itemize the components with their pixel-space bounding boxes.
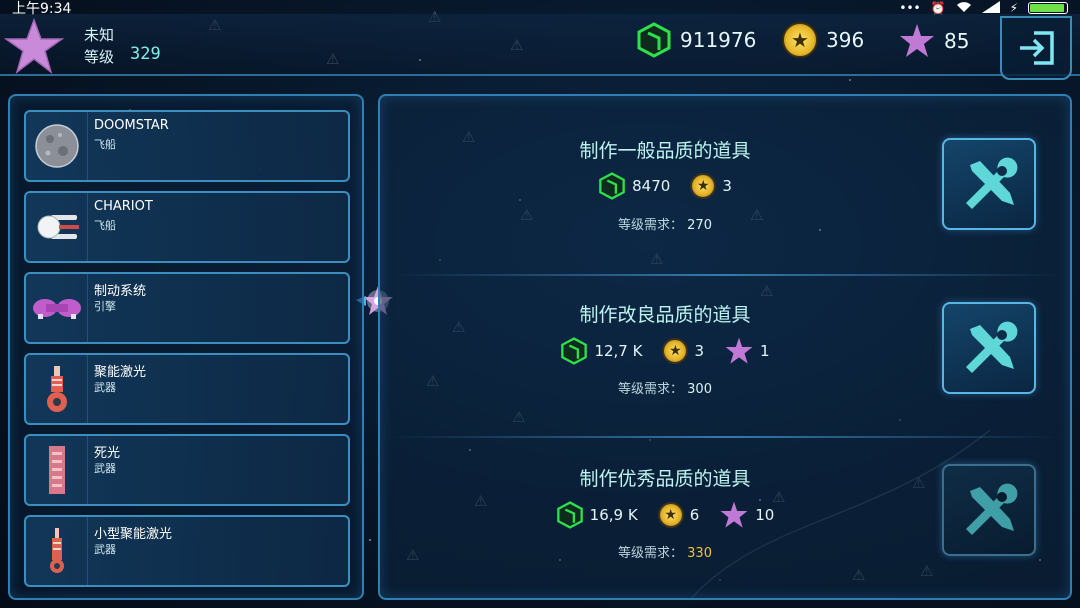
purple-star-icon: [900, 24, 934, 57]
recipe-costs: 8470 ★ 3: [380, 172, 950, 200]
player-rank-star-icon: [4, 18, 64, 74]
level-requirement: 等级需求： 270: [380, 214, 950, 233]
recipe-title: 制作一般品质的道具: [579, 140, 751, 162]
item-name: 制动系统: [94, 284, 147, 299]
gold-star-coin-icon: ★: [657, 502, 684, 528]
requirement-level: 300: [687, 382, 712, 397]
item-type: 武器: [94, 543, 116, 556]
green-cube-icon: [599, 172, 625, 200]
cube-cost: 12,7 K: [594, 342, 643, 360]
doomstar-ship-icon: [34, 124, 79, 168]
recipe-costs: 16,9 K ★ 6 10: [380, 500, 950, 530]
status-icons: ••• ⏰ ⚡: [899, 0, 1068, 16]
coin-cost: 3: [694, 342, 704, 360]
item-thumbnail: [26, 355, 88, 423]
green-cube-icon: [561, 337, 588, 365]
item-thumbnail: [26, 436, 88, 504]
item-name: 聚能激光: [94, 365, 147, 380]
requirement-label: 等级需求：: [618, 546, 684, 561]
player-level-value: 329: [130, 44, 161, 64]
wrench-screwdriver-icon: [966, 157, 1018, 209]
notification-dots: •••: [899, 1, 921, 15]
recipe-title: 制作改良品质的道具: [579, 304, 751, 326]
item-card-small-focused-laser[interactable]: 小型聚能激光 武器: [24, 515, 350, 587]
engine-icon: [32, 299, 81, 319]
cube-currency: 911976: [636, 22, 756, 58]
item-type: 武器: [94, 381, 116, 394]
coin-amount: 396: [826, 28, 865, 52]
top-bar: 未知 等级 329 911976 ★ 396 85: [0, 14, 1080, 80]
requirement-label: 等级需求：: [618, 218, 684, 233]
cube-cost: 16,9 K: [589, 506, 638, 524]
item-type: 飞船: [94, 219, 116, 232]
item-name: 小型聚能激光: [94, 527, 173, 542]
recipe-divider: [390, 274, 1062, 276]
deathray-weapon-icon: [48, 446, 65, 494]
item-type: 飞船: [94, 138, 116, 151]
battery-icon: [1028, 2, 1068, 14]
recipe-costs: 12,7 K ★ 3 1: [380, 336, 950, 366]
star-currency: 85: [898, 22, 969, 60]
item-thumbnail: [26, 112, 88, 180]
requirement-level: 270: [687, 218, 712, 233]
cube-amount: 911976: [680, 28, 757, 52]
chariot-ship-icon: [37, 215, 79, 239]
wrench-screwdriver-icon: [966, 483, 1018, 535]
cube-cost: 8470: [632, 177, 671, 195]
item-type: 武器: [94, 462, 116, 475]
star-amount: 85: [944, 29, 970, 53]
small-laser-weapon-icon: [49, 528, 64, 573]
green-cube-icon: [556, 501, 583, 529]
charging-icon: ⚡: [1009, 1, 1018, 15]
crafting-panel: 制作一般品质的道具 8470 ★ 3 等级需求： 270 制作改良品质的道具 1…: [378, 94, 1072, 600]
laser-weapon-icon: [46, 366, 67, 412]
star-cost: 1: [760, 342, 770, 360]
purple-star-icon: [725, 337, 753, 364]
level-requirement: 等级需求： 330: [380, 542, 950, 561]
player-name: 未知: [84, 26, 115, 44]
player-level-label: 等级: [84, 48, 115, 66]
item-card-death-ray[interactable]: 死光 武器: [24, 434, 350, 506]
item-card-doomstar[interactable]: DOOMSTAR 飞船: [24, 110, 350, 182]
level-requirement: 等级需求： 300: [380, 378, 950, 397]
recipe-title: 制作优秀品质的道具: [579, 468, 751, 490]
star-cost: 10: [755, 506, 775, 524]
item-card-chariot[interactable]: CHARIOT 飞船: [24, 191, 350, 263]
coin-cost: 6: [689, 506, 700, 524]
item-type: 引擎: [94, 300, 116, 313]
requirement-level: 330: [687, 546, 712, 561]
recipe-divider: [390, 436, 1062, 438]
item-thumbnail: [26, 193, 88, 261]
item-thumbnail: [26, 517, 88, 585]
exit-button[interactable]: [1000, 16, 1072, 80]
item-name: 死光: [94, 446, 121, 461]
coin-currency: ★ 396: [782, 22, 864, 58]
exit-door-icon: [1020, 31, 1054, 65]
craft-excellent-quality-button[interactable]: [942, 464, 1036, 556]
item-name: CHARIOT: [94, 199, 153, 214]
wifi-icon: [956, 1, 972, 16]
purple-star-icon: [720, 501, 748, 528]
gold-star-coin-icon: ★: [782, 22, 818, 58]
craft-normal-quality-button[interactable]: [942, 138, 1036, 230]
requirement-label: 等级需求：: [618, 382, 684, 397]
craft-improved-quality-button[interactable]: [942, 302, 1036, 394]
coin-cost: 3: [722, 177, 732, 195]
item-list-panel: DOOMSTAR 飞船 CHARIOT 飞船 制动系统 引擎 聚能激光 武器 死…: [8, 94, 364, 600]
item-thumbnail: [26, 274, 88, 342]
battery-level: [1030, 4, 1065, 12]
gold-star-coin-icon: ★: [662, 338, 689, 364]
alarm-icon: ⏰: [930, 1, 946, 15]
system-status-bar: 上午9:34 ••• ⏰ ⚡: [0, 0, 1080, 17]
gold-star-coin-icon: ★: [690, 173, 717, 199]
wrench-screwdriver-icon: [966, 321, 1018, 373]
clock: 上午9:34: [12, 1, 72, 17]
item-card-brake-system[interactable]: 制动系统 引擎: [24, 272, 350, 344]
signal-icon: [981, 0, 1000, 16]
item-card-focused-laser[interactable]: 聚能激光 武器: [24, 353, 350, 425]
green-cube-icon: [637, 22, 671, 58]
item-name: DOOMSTAR: [94, 118, 169, 133]
